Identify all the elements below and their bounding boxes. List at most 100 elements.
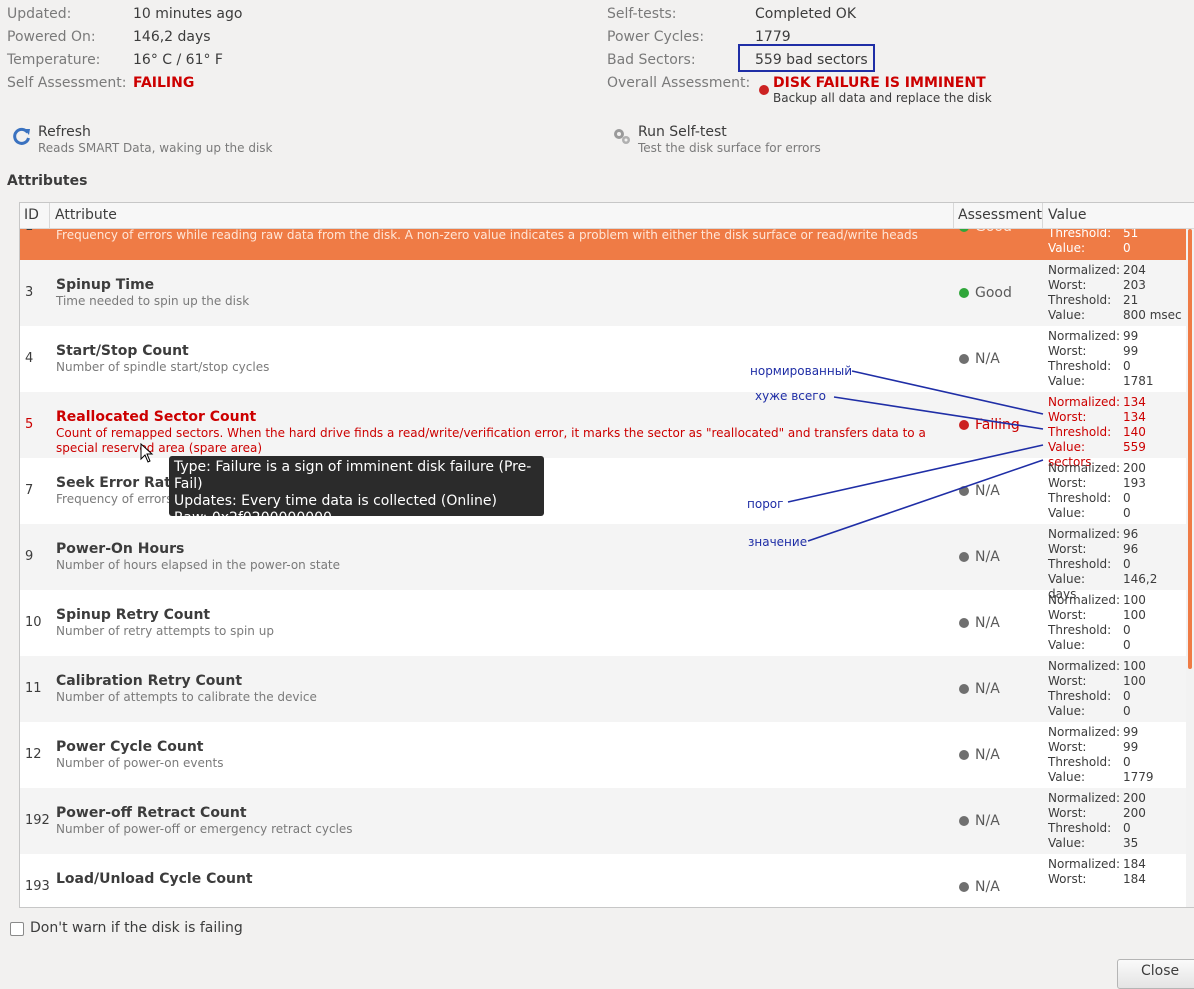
table-row[interactable]: 3 Spinup Time Time needed to spin up the d… <box>20 260 1186 326</box>
status-dot-icon <box>959 288 969 298</box>
value-number: 100 <box>1123 608 1146 622</box>
value-line: Worst: 100 <box>1048 674 1146 689</box>
attributes-table: ID Attribute Assessment Value 1Read Erro… <box>19 202 1194 908</box>
row-values: Normalized: 99 Worst: 99 Threshold: 0 Value: 17… <box>1048 329 1154 389</box>
value-line: Threshold: 51 <box>1048 229 1138 241</box>
row-assessment: Good <box>959 285 1012 301</box>
refresh-button[interactable]: Refresh Reads SMART Data, waking up the … <box>12 124 312 158</box>
row-assessment-label: N/A <box>975 615 1000 631</box>
row-assessment-label: N/A <box>975 879 1000 895</box>
self-tests-value: Completed OK <box>755 6 857 22</box>
value-key: Normalized: <box>1048 263 1121 277</box>
value-line: Value: 0 <box>1048 506 1146 521</box>
value-line: Threshold: 0 <box>1048 491 1146 506</box>
value-number: 51 <box>1123 229 1139 240</box>
value-number: 193 <box>1123 476 1146 490</box>
value-number: 134 <box>1123 410 1146 424</box>
value-key: Normalized: <box>1048 725 1121 739</box>
row-attribute-description: Number of power-on events <box>56 756 224 770</box>
value-number: 0 <box>1123 638 1131 652</box>
value-line: Threshold: 0 <box>1048 755 1154 770</box>
value-key: Threshold: <box>1048 689 1112 703</box>
dont-warn-checkbox[interactable] <box>10 922 24 936</box>
row-assessment-label: N/A <box>975 483 1000 499</box>
table-row[interactable]: 9 Power-On Hours Number of hours elapsed i… <box>20 524 1186 601</box>
table-row[interactable]: 10 Spinup Retry Count Number of retry atte… <box>20 590 1186 656</box>
scrollbar-thumb[interactable] <box>1188 229 1192 669</box>
value-number: 204 <box>1123 263 1146 277</box>
powered-on-label: Powered On: <box>7 29 96 45</box>
bad-sectors-value: 559 bad sectors <box>755 52 868 68</box>
run-self-test-button[interactable]: Run Self-test Test the disk surface for … <box>612 124 912 158</box>
value-number: 0 <box>1123 506 1131 520</box>
column-header-assessment[interactable]: Assessment <box>958 207 1042 223</box>
row-attribute-description: Time needed to spin up the disk <box>56 294 250 308</box>
value-line: Value: 0 <box>1048 704 1146 719</box>
value-key: Normalized: <box>1048 593 1121 607</box>
status-dot-icon <box>959 420 969 430</box>
row-attribute-name: Start/Stop Count <box>56 343 189 359</box>
value-number: 800 msec <box>1123 308 1182 322</box>
value-key: Value: <box>1048 704 1085 718</box>
table-row[interactable]: 11 Calibration Retry Count Number of attem… <box>20 656 1186 722</box>
row-attribute-name: Power-On Hours <box>56 541 185 557</box>
status-dot-icon <box>959 618 969 628</box>
value-number: 0 <box>1123 704 1131 718</box>
table-row[interactable]: 1Read Error RateFrequency of errors whil… <box>20 229 1186 260</box>
row-assessment: N/A <box>959 351 1000 367</box>
table-row[interactable]: 12 Power Cycle Count Number of power-on ev… <box>20 722 1186 788</box>
annotation-value: значение <box>748 535 808 549</box>
column-header-attribute[interactable]: Attribute <box>55 207 117 223</box>
row-assessment-label: N/A <box>975 549 1000 565</box>
table-row[interactable]: 192 Power-off Retract Count Number of powe… <box>20 788 1186 854</box>
value-key: Normalized: <box>1048 791 1121 805</box>
value-line: Worst: 200 <box>1048 806 1146 821</box>
status-dot-icon <box>959 552 969 562</box>
status-dot-icon <box>959 486 969 496</box>
row-values: Threshold: 51 Value: 0 <box>1048 229 1138 256</box>
close-button[interactable]: Close <box>1117 959 1194 989</box>
value-line: Worst: 184 <box>1048 872 1146 887</box>
value-line: Worst: 134 <box>1048 410 1186 425</box>
row-values: Normalized: 184 Worst: 184 <box>1048 857 1146 887</box>
table-row[interactable]: 5 Reallocated Sector Count Count of remapp… <box>20 392 1186 469</box>
row-assessment-label: N/A <box>975 747 1000 763</box>
self-assessment-label: Self Assessment: <box>7 75 127 91</box>
value-number: 200 <box>1123 806 1146 820</box>
value-key: Value: <box>1048 506 1085 520</box>
row-attribute-description: Count of remapped sectors. When the hard… <box>56 426 926 455</box>
row-values: Normalized: 200 Worst: 200 Threshold: 0 Value:… <box>1048 791 1146 851</box>
value-key: Threshold: <box>1048 491 1112 505</box>
value-key: Normalized: <box>1048 659 1121 673</box>
value-number: 200 <box>1123 461 1146 475</box>
refresh-icon <box>13 127 30 145</box>
value-number: 96 <box>1123 527 1139 541</box>
table-row[interactable]: 4 Start/Stop Count Number of spindle start… <box>20 326 1186 392</box>
value-number: 100 <box>1123 659 1146 673</box>
table-scrollbar[interactable] <box>1186 229 1194 907</box>
value-line: Value: 1779 <box>1048 770 1154 785</box>
gears-icon <box>614 129 630 144</box>
value-line: Normalized: 99 <box>1048 725 1154 740</box>
row-attribute-name: Reallocated Sector Count <box>56 409 257 425</box>
value-line: Normalized: 200 <box>1048 461 1146 476</box>
value-number: 134 <box>1123 395 1146 409</box>
status-dot-icon <box>959 816 969 826</box>
value-number: 99 <box>1123 329 1139 343</box>
row-assessment: N/A <box>959 483 1000 499</box>
column-header-value[interactable]: Value <box>1048 207 1086 223</box>
row-attribute-name: Spinup Retry Count <box>56 607 211 623</box>
value-number: 99 <box>1123 725 1139 739</box>
row-assessment-label: N/A <box>975 813 1000 829</box>
value-key: Normalized: <box>1048 461 1121 475</box>
table-row[interactable]: 193 Load/Unload Cycle Count N/A Normalized:… <box>20 854 1186 907</box>
value-number: 184 <box>1123 857 1146 871</box>
attributes-heading: Attributes <box>7 173 88 189</box>
row-id: 10 <box>25 615 42 630</box>
row-assessment: Good <box>959 229 1012 235</box>
value-key: Normalized: <box>1048 527 1121 541</box>
column-header-id[interactable]: ID <box>24 207 39 223</box>
dont-warn-label[interactable]: Don't warn if the disk is failing <box>30 920 243 936</box>
value-line: Normalized: 100 <box>1048 659 1146 674</box>
tooltip-updates: Updates: Every time data is collected (O… <box>174 493 497 509</box>
